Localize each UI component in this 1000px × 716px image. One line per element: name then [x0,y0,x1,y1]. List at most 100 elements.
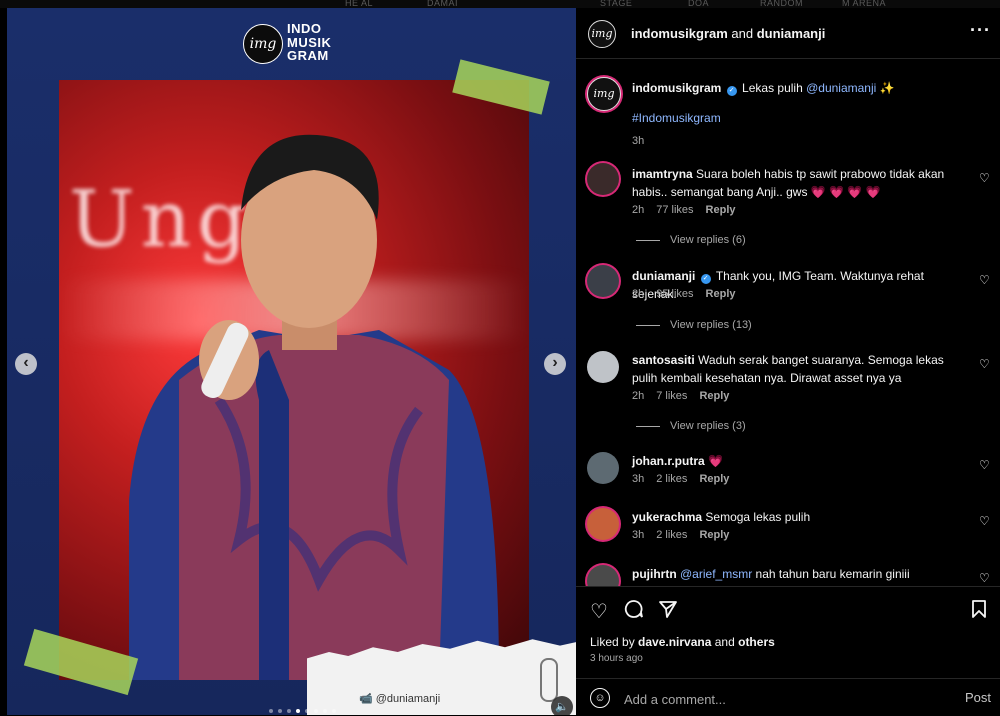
carousel-dot [269,709,273,713]
logo-line: INDO [287,21,322,36]
comments-list[interactable]: img indomusikgram ✓ Lekas pulih @duniama… [576,59,1000,586]
emoji-picker-icon[interactable]: ☺ [590,688,610,708]
like-comment-heart-icon[interactable]: ♡ [979,458,990,472]
author-username[interactable]: indomusikgram [631,26,728,41]
author-avatar[interactable]: img [588,20,616,48]
view-replies-button[interactable]: View replies (6) [636,234,746,246]
post-timestamp: 3 hours ago [590,653,643,664]
logo-line: GRAM [287,48,329,63]
save-bookmark-icon[interactable] [971,599,987,625]
caption-hashtag[interactable]: #Indomusikgram [632,109,952,127]
commenter-avatar[interactable] [587,351,619,383]
comment-username[interactable]: yukerachma [632,510,702,524]
liked-by-text: Liked by dave.nirvana and others [590,635,775,649]
carousel-dot [296,709,300,713]
carousel-next-button[interactable]: › [544,353,566,375]
comment-body: nah tahun baru kemarin giniii [752,567,910,581]
reply-button[interactable]: Reply [706,204,736,216]
liked-by-and: and [711,635,739,649]
commenter-avatar[interactable] [587,565,619,586]
comment-text: pujihrtn @arief_msmr nah tahun baru kema… [632,565,952,583]
paperclip-decoration [540,658,558,702]
post-media[interactable]: Ungul, img INDO MUSIK GRAM 📹 @duniamanji… [7,8,576,715]
commenter-avatar[interactable] [587,163,619,195]
performer-illustration [129,134,499,680]
add-comment-input[interactable] [622,688,926,710]
commenter-avatar[interactable] [587,265,619,297]
view-replies-button[interactable]: View replies (13) [636,319,752,331]
speaker-icon: 🔈 [555,701,569,713]
heart-emoji-icon: 💗 💗 💗 💗 [810,185,881,199]
top-strip-label: DAMAI [427,0,459,8]
comment-meta: 2h 7 likes Reply [632,390,741,402]
heart-emoji-icon: 💗 [708,454,723,468]
comment-username[interactable]: imamtryna [632,167,693,181]
logo-wordmark: INDO MUSIK GRAM [287,22,331,63]
comment-bubble-icon[interactable] [624,599,644,625]
comment-text: santosasiti Waduh serak banget suaranya.… [632,351,952,387]
commenter-avatar[interactable] [587,508,619,540]
comment-likes[interactable]: 95 likes [656,288,693,300]
like-comment-heart-icon[interactable]: ♡ [979,514,990,528]
liked-by-user[interactable]: dave.nirvana [638,635,711,649]
comment-text: johan.r.putra 💗 [632,452,952,470]
reply-button[interactable]: Reply [699,390,729,402]
verified-badge-icon: ✓ [700,274,711,284]
watermark-handle: 📹 @duniamanji [359,693,441,705]
caption-mention[interactable]: @duniamanji [806,81,876,95]
comment-mention[interactable]: @arief_msmr [680,567,752,581]
comment-likes[interactable]: 2 likes [656,473,687,485]
comment-meta: 3h 2 likes Reply [632,473,741,485]
comment-meta: 2h 95 likes Reply [632,288,748,300]
comment-likes[interactable]: 2 likes [656,529,687,541]
reply-button[interactable]: Reply [699,473,729,485]
caption-text: indomusikgram ✓ Lekas pulih @duniamanji … [632,79,952,97]
top-strip-label: RANDOM [760,0,803,8]
liked-by-prefix: Liked by [590,635,639,649]
carousel-prev-button[interactable]: ‹ [15,353,37,375]
comment-meta: 3h 2 likes Reply [632,529,741,541]
logo-mark: img [243,24,283,64]
comment-username[interactable]: duniamanji [632,269,695,283]
post-photo: Ungul, [59,80,529,680]
top-strip-label: STAGE [600,0,633,8]
comment-username[interactable]: santosasiti [632,353,695,367]
comment-username[interactable]: johan.r.putra [632,454,705,468]
commenter-avatar[interactable] [587,452,619,484]
like-heart-icon[interactable]: ♡ [590,599,608,624]
top-strip-label: M ARENA [842,0,887,8]
post-details-panel: img indomusikgram and duniamanji ··· img… [576,8,1000,715]
comment-text: yukerachma Semoga lekas pulih [632,508,952,526]
comment-likes[interactable]: 77 likes [656,204,693,216]
caption-avatar[interactable]: img [587,77,621,111]
post-header: img indomusikgram and duniamanji ··· [576,8,1000,59]
reply-button[interactable]: Reply [706,288,736,300]
reply-button[interactable]: Reply [699,529,729,541]
comment-time: 2h [632,390,645,402]
caption-time: 3h [632,135,645,147]
collaborator-username[interactable]: duniamanji [757,26,826,41]
carousel-dot [287,709,291,713]
post-comment-button[interactable]: Post [965,690,991,705]
top-strip-label: HE AL [345,0,374,8]
comment-body: Semoga lekas pulih [705,510,811,524]
caption-username[interactable]: indomusikgram [632,81,721,95]
like-comment-heart-icon[interactable]: ♡ [979,273,990,287]
carousel-dot [278,709,282,713]
like-comment-heart-icon[interactable]: ♡ [979,571,990,585]
logo-line: MUSIK [287,34,332,50]
sparkles-icon: ✨ [879,81,895,95]
verified-badge-icon: ✓ [726,86,737,96]
comment-time: 3h [632,473,645,485]
view-replies-button[interactable]: View replies (3) [636,420,746,432]
like-comment-heart-icon[interactable]: ♡ [979,171,990,185]
post-authors: indomusikgram and duniamanji [631,26,825,41]
like-comment-heart-icon[interactable]: ♡ [979,357,990,371]
comment-username[interactable]: pujihrtn [632,567,677,581]
caption-body: Lekas pulih [742,81,807,95]
more-options-icon[interactable]: ··· [970,20,991,41]
audio-toggle-button[interactable]: 🔈 [551,696,573,715]
comment-likes[interactable]: 7 likes [656,390,687,402]
liked-by-others[interactable]: others [738,635,775,649]
share-send-icon[interactable] [658,599,678,625]
